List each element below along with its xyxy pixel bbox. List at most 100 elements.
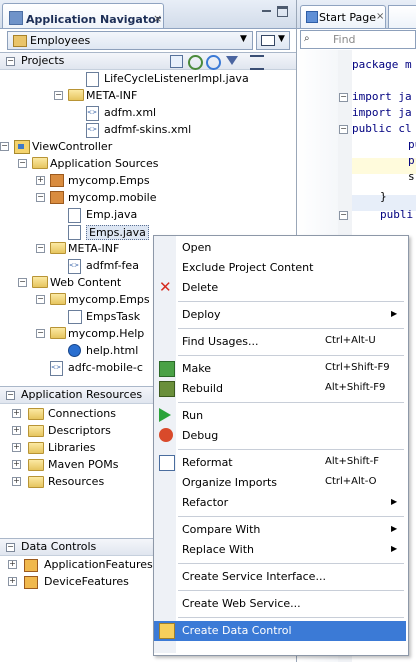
tree-node-label: Emp.java xyxy=(86,208,138,221)
tree-node[interactable]: Emp.java xyxy=(0,206,296,223)
filter-icon[interactable] xyxy=(226,56,238,65)
menu-item-make[interactable]: Make Ctrl+Shift-F9 xyxy=(154,359,406,379)
navigator-tab[interactable]: Application Navigator × xyxy=(2,3,164,28)
collapse-icon[interactable]: − xyxy=(6,391,15,400)
find-input[interactable]: ⌕ Find xyxy=(300,30,416,49)
code-line: package m xyxy=(352,58,412,71)
chevron-down-icon: ▼ xyxy=(240,34,247,44)
application-resources-label: Application Resources xyxy=(21,388,143,401)
application-selector[interactable]: Employees ▼ xyxy=(7,31,253,50)
expand-icon[interactable]: + xyxy=(12,460,21,469)
code-line: s xyxy=(408,170,415,183)
folder-icon xyxy=(50,327,66,339)
java-file-icon xyxy=(68,208,81,223)
menu-separator xyxy=(178,617,404,618)
expand-icon[interactable]: + xyxy=(12,443,21,452)
collapse-icon[interactable]: − xyxy=(36,329,45,338)
tree-node-label: META-INF xyxy=(68,242,120,255)
expand-icon[interactable]: + xyxy=(12,409,21,418)
code-line: public cl xyxy=(352,122,412,135)
fold-icon[interactable]: − xyxy=(339,211,348,220)
menu-item-debug[interactable]: Debug xyxy=(154,426,406,446)
tree-node[interactable]: − Application Sources xyxy=(0,155,296,172)
collapse-icon[interactable]: − xyxy=(36,244,45,253)
menu-item-label: Create Service Interface... xyxy=(182,570,326,583)
expand-icon[interactable]: + xyxy=(12,426,21,435)
menu-separator xyxy=(178,516,404,517)
menu-item-open[interactable]: Open xyxy=(154,238,406,258)
menu-item-find-usages[interactable]: Find Usages... Ctrl+Alt-U xyxy=(154,332,406,352)
data-control-label: ApplicationFeatures xyxy=(44,558,153,571)
search-icon[interactable] xyxy=(170,55,183,68)
tree-node[interactable]: adfm.xml xyxy=(0,104,296,121)
menu-item-shortcut: Ctrl+Alt-O xyxy=(325,476,377,487)
menu-item-label: Open xyxy=(182,241,212,254)
expand-icon[interactable]: + xyxy=(36,176,45,185)
tree-node[interactable]: − META-INF xyxy=(0,87,296,104)
menu-item-shortcut: Alt+Shift-F9 xyxy=(325,382,386,393)
help-file-icon xyxy=(68,344,81,357)
menu-item-replace-with[interactable]: Replace With ▶ xyxy=(154,540,406,560)
menu-item-label: Delete xyxy=(182,281,219,294)
folder-icon xyxy=(50,293,66,305)
tree-node-label: mycomp.Help xyxy=(68,327,145,340)
code-line: import ja xyxy=(352,90,412,103)
collapse-icon[interactable]: − xyxy=(18,278,27,287)
refresh-icon[interactable] xyxy=(188,55,203,70)
tree-node[interactable]: + mycomp.Emps xyxy=(0,172,296,189)
menu-item-exclude-project-content[interactable]: Exclude Project Content xyxy=(154,258,406,278)
menu-item-reformat[interactable]: Reformat Alt+Shift-F xyxy=(154,453,406,473)
folder-icon xyxy=(28,476,44,488)
menu-item-create-service-interface[interactable]: Create Service Interface... xyxy=(154,567,406,587)
fold-icon[interactable]: − xyxy=(339,125,348,134)
menu-item-shortcut: Ctrl+Alt-U xyxy=(325,335,376,346)
application-menu-button[interactable]: ▼ xyxy=(256,31,290,50)
tree-node[interactable]: adfmf-skins.xml xyxy=(0,121,296,138)
context-menu-items: Open Exclude Project Content ✕ Delete Deploy… xyxy=(154,238,406,652)
xml-file-icon xyxy=(50,361,63,376)
folder-icon xyxy=(50,242,66,254)
menu-item-create-data-control[interactable]: Create Data Control xyxy=(154,621,406,641)
menu-item-compare-with[interactable]: Compare With ▶ xyxy=(154,520,406,540)
close-icon[interactable]: × xyxy=(153,12,162,25)
menu-item-create-web-service[interactable]: Create Web Service... xyxy=(154,594,406,614)
xml-file-icon xyxy=(68,259,81,274)
menu-item-label: Find Usages... xyxy=(182,335,259,348)
tree-node[interactable]: − ViewController xyxy=(0,138,296,155)
expand-icon[interactable]: + xyxy=(8,560,17,569)
fold-icon[interactable]: − xyxy=(339,93,348,102)
xml-file-icon xyxy=(86,106,99,121)
tree-node[interactable]: LifeCycleListenerImpl.java xyxy=(0,70,296,87)
tree-node[interactable]: − mycomp.mobile xyxy=(0,189,296,206)
tab-start-page[interactable]: Start Page × xyxy=(300,5,386,28)
data-control-icon xyxy=(24,576,38,589)
tree-node-label: mycomp.Emps xyxy=(68,174,150,187)
view-options-icon[interactable] xyxy=(250,55,264,70)
maximize-icon[interactable] xyxy=(277,6,288,17)
collapse-icon[interactable]: − xyxy=(36,193,45,202)
collapse-icon[interactable]: − xyxy=(18,159,27,168)
projects-section-header[interactable]: − Projects xyxy=(0,52,296,70)
collapse-icon[interactable]: − xyxy=(54,91,63,100)
collapse-icon[interactable]: − xyxy=(36,295,45,304)
data-control-icon xyxy=(24,559,38,572)
menu-item-run[interactable]: Run xyxy=(154,406,406,426)
close-icon[interactable]: × xyxy=(376,11,384,22)
collapse-icon[interactable]: − xyxy=(0,142,9,151)
expand-icon[interactable]: + xyxy=(12,477,21,486)
menu-item-organize-imports[interactable]: Organize Imports Ctrl+Alt-O xyxy=(154,473,406,493)
sync-icon[interactable] xyxy=(206,55,221,70)
menu-item-deploy[interactable]: Deploy ▶ xyxy=(154,305,406,325)
folder-icon xyxy=(28,408,44,420)
collapse-icon[interactable]: − xyxy=(6,57,15,66)
menu-item-refactor[interactable]: Refactor ▶ xyxy=(154,493,406,513)
menu-item-delete[interactable]: ✕ Delete xyxy=(154,278,406,298)
minimize-icon[interactable] xyxy=(262,10,271,12)
tree-node-label: ViewController xyxy=(32,140,113,153)
collapse-icon[interactable]: − xyxy=(6,543,15,552)
start-page-icon xyxy=(306,11,318,23)
menu-item-rebuild[interactable]: Rebuild Alt+Shift-F9 xyxy=(154,379,406,399)
package-icon xyxy=(50,174,64,187)
tab-next[interactable] xyxy=(388,5,416,28)
expand-icon[interactable]: + xyxy=(8,577,17,586)
